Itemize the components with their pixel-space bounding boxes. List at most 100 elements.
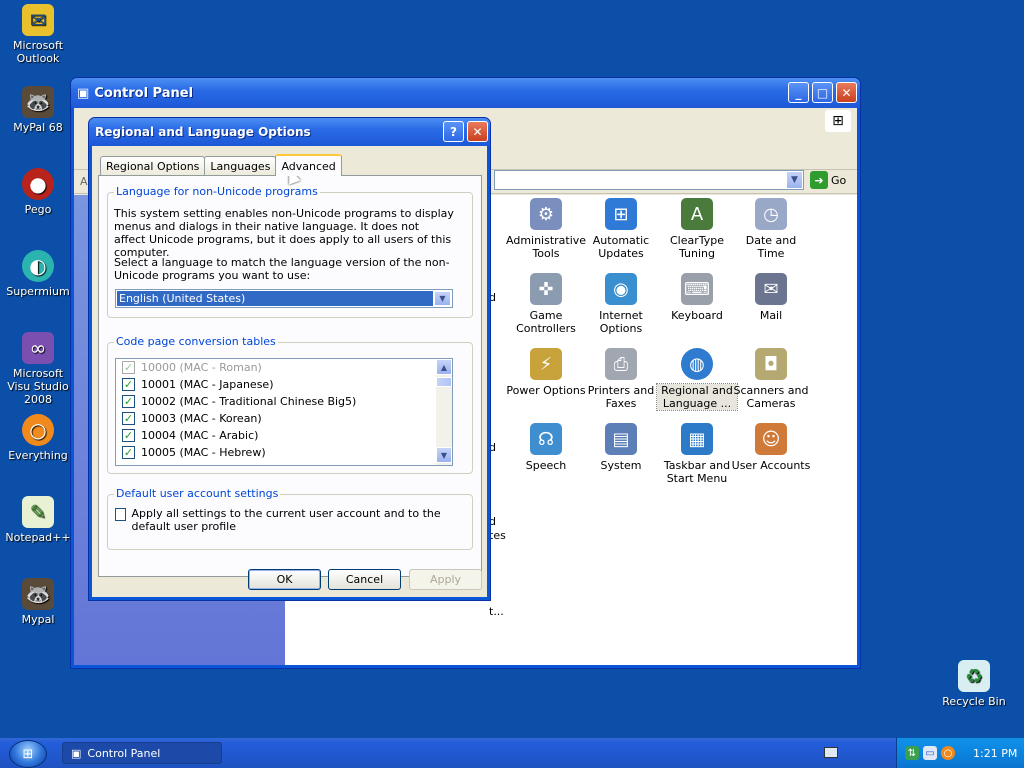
desktop-icon-outlook[interactable]: ✉ Microsoft Outlook <box>0 4 76 65</box>
cp-item-taskbar-start-menu[interactable]: ▦ Taskbar and Start Menu <box>657 423 737 485</box>
cp-item-scanners-and-cameras[interactable]: ◘ Scanners and Cameras <box>731 348 811 410</box>
go-button[interactable]: ➜ Go <box>810 171 846 189</box>
ok-button[interactable]: OK <box>248 569 321 590</box>
cancel-button[interactable]: Cancel <box>328 569 401 590</box>
list-item-label: 10001 (MAC - Japanese) <box>141 378 274 391</box>
cp-item-keyboard[interactable]: ⌨ Keyboard <box>657 273 737 322</box>
mail-icon: ✉ <box>755 273 787 305</box>
apply-button[interactable]: Apply <box>409 569 482 590</box>
help-button[interactable]: ? <box>443 121 464 142</box>
network-icon[interactable]: ⇅ <box>905 746 919 760</box>
partial-label: tes <box>489 529 506 542</box>
administrative-tools-icon: ⚙ <box>530 198 562 230</box>
speech-icon: ☊ <box>530 423 562 455</box>
desktop-icon-pego[interactable]: ● Pego <box>0 168 76 216</box>
desktop-icon-notepad-plus[interactable]: ✎ Notepad++ <box>0 496 76 544</box>
chevron-down-icon[interactable]: ▼ <box>434 291 451 306</box>
tab-regional-options[interactable]: Regional Options <box>100 156 206 176</box>
clock[interactable]: 1:21 PM <box>973 747 1017 760</box>
dialog-titlebar[interactable]: Regional and Language Options <box>89 118 490 146</box>
desktop-icon-everything[interactable]: ○ Everything <box>0 414 76 462</box>
list-item[interactable]: ✓ 10001 (MAC - Japanese) <box>116 376 452 393</box>
checkbox-checked-icon[interactable]: ✓ <box>122 378 135 391</box>
start-button[interactable]: ⊞ <box>6 739 50 768</box>
cp-item-mail[interactable]: ✉ Mail <box>731 273 811 322</box>
checkbox-unchecked-icon[interactable] <box>115 508 126 521</box>
list-item-label: 10000 (MAC - Roman) <box>141 361 262 374</box>
checkbox-checked-icon[interactable]: ✓ <box>122 412 135 425</box>
system-tray: ⇅ ▭ ○ 1:21 PM <box>896 738 1024 768</box>
search-icon[interactable]: ○ <box>941 746 955 760</box>
scroll-up-icon[interactable]: ▲ <box>436 359 452 375</box>
cp-item-administrative-tools[interactable]: ⚙ Administrative Tools <box>506 198 586 260</box>
list-item[interactable]: ✓ 10003 (MAC - Korean) <box>116 410 452 427</box>
default-user-checkbox-row[interactable]: Apply all settings to the current user a… <box>115 507 455 533</box>
cp-item-cleartype-tuning[interactable]: A ClearType Tuning <box>657 198 737 260</box>
clock-icon: ◷ <box>755 198 787 230</box>
desktop-icon-supermium[interactable]: ◐ Supermium <box>0 250 76 298</box>
everything-icon: ○ <box>22 414 54 446</box>
list-item-label: 10003 (MAC - Korean) <box>141 412 262 425</box>
cp-item-user-accounts[interactable]: ☺ User Accounts <box>731 423 811 472</box>
address-input[interactable] <box>494 170 804 190</box>
list-item[interactable]: ✓ 10005 (MAC - Hebrew) <box>116 444 452 461</box>
cp-item-regional-and-language[interactable]: ◍ Regional and Language ... <box>656 348 738 411</box>
tab-languages[interactable]: Languages <box>204 156 277 176</box>
cp-item-label: Keyboard <box>671 309 723 322</box>
advanced-tab-panel: Language for non-Unicode programs This s… <box>98 175 482 577</box>
desktop-icon-mypal[interactable]: 🦝 Mypal <box>0 578 76 626</box>
cp-item-internet-options[interactable]: ◉ Internet Options <box>581 273 661 335</box>
scroll-down-icon[interactable]: ▼ <box>436 447 452 463</box>
list-item-label: 10002 (MAC - Traditional Chinese Big5) <box>141 395 357 408</box>
pego-icon: ● <box>22 168 54 200</box>
keyboard-tray-icon[interactable] <box>824 747 838 758</box>
dialog-title: Regional and Language Options <box>95 125 311 139</box>
monitor-icon[interactable]: ▭ <box>923 746 937 760</box>
cp-item-speech[interactable]: ☊ Speech <box>506 423 586 472</box>
control-panel-titlebar[interactable]: ▣ Control Panel <box>71 78 860 108</box>
code-page-list[interactable]: ✓ 10000 (MAC - Roman) ✓ 10001 (MAC - Japan… <box>115 358 453 466</box>
non-unicode-prompt: Select a language to match the language … <box>114 256 450 282</box>
checkbox-checked-icon[interactable]: ✓ <box>122 395 135 408</box>
cp-item-date-and-time[interactable]: ◷ Date and Time <box>731 198 811 260</box>
mypal-icon: 🦝 <box>22 86 54 118</box>
tab-advanced[interactable]: Advanced <box>275 154 342 176</box>
checkbox-checked-icon[interactable]: ✓ <box>122 446 135 459</box>
cp-item-printers-and-faxes[interactable]: ⎙ Printers and Faxes <box>581 348 661 410</box>
desktop-icon-mypal68[interactable]: 🦝 MyPal 68 <box>0 86 76 134</box>
cp-item-label: System <box>600 459 642 472</box>
cp-item-game-controllers[interactable]: ✜ Game Controllers <box>506 273 586 335</box>
scroll-thumb[interactable] <box>436 377 452 387</box>
desktop-icon-recycle-bin[interactable]: ♻ Recycle Bin <box>936 660 1012 708</box>
mypal-icon: 🦝 <box>22 578 54 610</box>
desktop-icon-visual-studio[interactable]: ∞ Microsoft Visu Studio 2008 <box>0 332 76 406</box>
list-item[interactable]: ✓ 10004 (MAC - Arabic) <box>116 427 452 444</box>
language-select[interactable]: English (United States) ▼ <box>115 289 453 308</box>
taskbar-item-label: Control Panel <box>87 746 161 760</box>
go-arrow-icon: ➜ <box>810 171 828 189</box>
cp-item-power-options[interactable]: ⚡ Power Options <box>506 348 586 397</box>
code-page-legend: Code page conversion tables <box>114 335 278 348</box>
cp-item-system[interactable]: ▤ System <box>581 423 661 472</box>
list-item-label: 10004 (MAC - Arabic) <box>141 429 259 442</box>
dialog-close-button[interactable]: ✕ <box>467 121 488 142</box>
cp-item-label: Power Options <box>506 384 586 397</box>
maximize-button[interactable]: □ <box>812 82 833 103</box>
checkbox-checked-icon[interactable]: ✓ <box>122 429 135 442</box>
minimize-button[interactable]: _ <box>788 82 809 103</box>
close-button[interactable]: ✕ <box>836 82 857 103</box>
address-dropdown-button[interactable]: ▼ <box>786 171 803 189</box>
recycle-bin-icon: ♻ <box>958 660 990 692</box>
checkbox-checked-icon[interactable]: ✓ <box>122 361 135 374</box>
desktop-icon-label: MyPal 68 <box>13 121 63 134</box>
taskbar-item-control-panel[interactable]: ▣ Control Panel <box>62 742 222 764</box>
desktop-icon-label: Pego <box>24 203 52 216</box>
cp-item-automatic-updates[interactable]: ⊞ Automatic Updates <box>581 198 661 260</box>
internet-options-icon: ◉ <box>605 273 637 305</box>
list-scrollbar[interactable]: ▲ ▼ <box>436 359 452 465</box>
cp-item-label: Scanners and Cameras <box>733 384 809 410</box>
cp-item-label: Mail <box>759 309 783 322</box>
list-item[interactable]: ✓ 10002 (MAC - Traditional Chinese Big5) <box>116 393 452 410</box>
power-plug-icon: ⚡ <box>530 348 562 380</box>
list-item[interactable]: ✓ 10000 (MAC - Roman) <box>116 359 452 376</box>
